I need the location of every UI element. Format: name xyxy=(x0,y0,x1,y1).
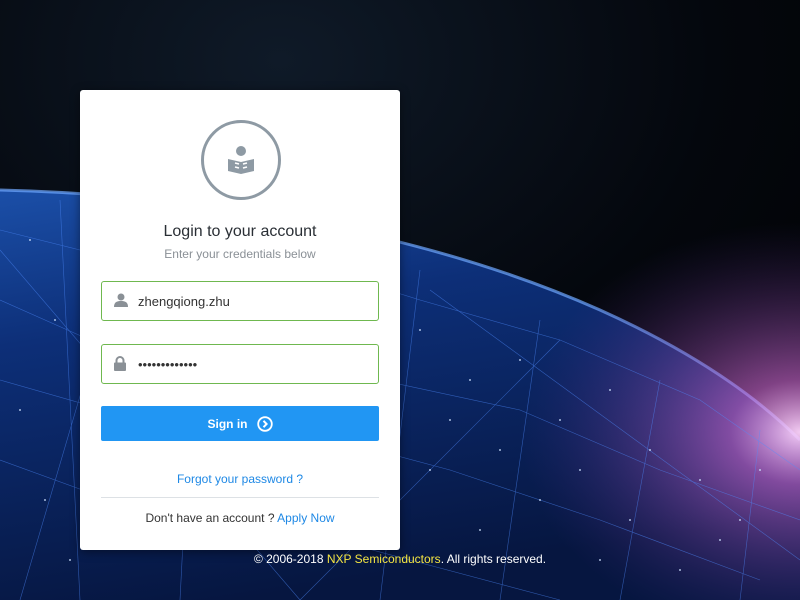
brand-link[interactable]: NXP Semiconductors xyxy=(327,552,441,566)
login-subtitle: Enter your credentials below xyxy=(164,247,316,261)
avatar xyxy=(201,120,281,200)
copyright-footer: © 2006-2018 NXP Semiconductors. All righ… xyxy=(0,552,800,566)
login-card: Login to your account Enter your credent… xyxy=(80,90,400,550)
login-title: Login to your account xyxy=(163,223,317,240)
signup-prompt: Don't have an account ? Apply Now xyxy=(80,511,400,525)
apply-now-link[interactable]: Apply Now xyxy=(277,511,334,525)
reader-icon xyxy=(228,146,254,174)
username-input[interactable] xyxy=(138,282,368,320)
copyright-prefix: © 2006-2018 xyxy=(253,552,324,566)
copyright-suffix: . All rights reserved. xyxy=(440,552,547,566)
username-field-container xyxy=(101,281,379,321)
password-input[interactable] xyxy=(138,345,368,383)
password-field-container xyxy=(101,344,379,384)
forgot-password-link[interactable]: Forgot your password ? xyxy=(80,472,400,486)
lock-icon xyxy=(114,356,126,371)
user-icon xyxy=(114,293,128,307)
circle-arrow-right-icon xyxy=(256,415,273,432)
sign-in-label: Sign in xyxy=(207,416,248,431)
no-account-text: Don't have an account ? xyxy=(145,511,275,525)
divider xyxy=(101,497,379,498)
sign-in-button[interactable]: Sign in xyxy=(101,406,379,441)
